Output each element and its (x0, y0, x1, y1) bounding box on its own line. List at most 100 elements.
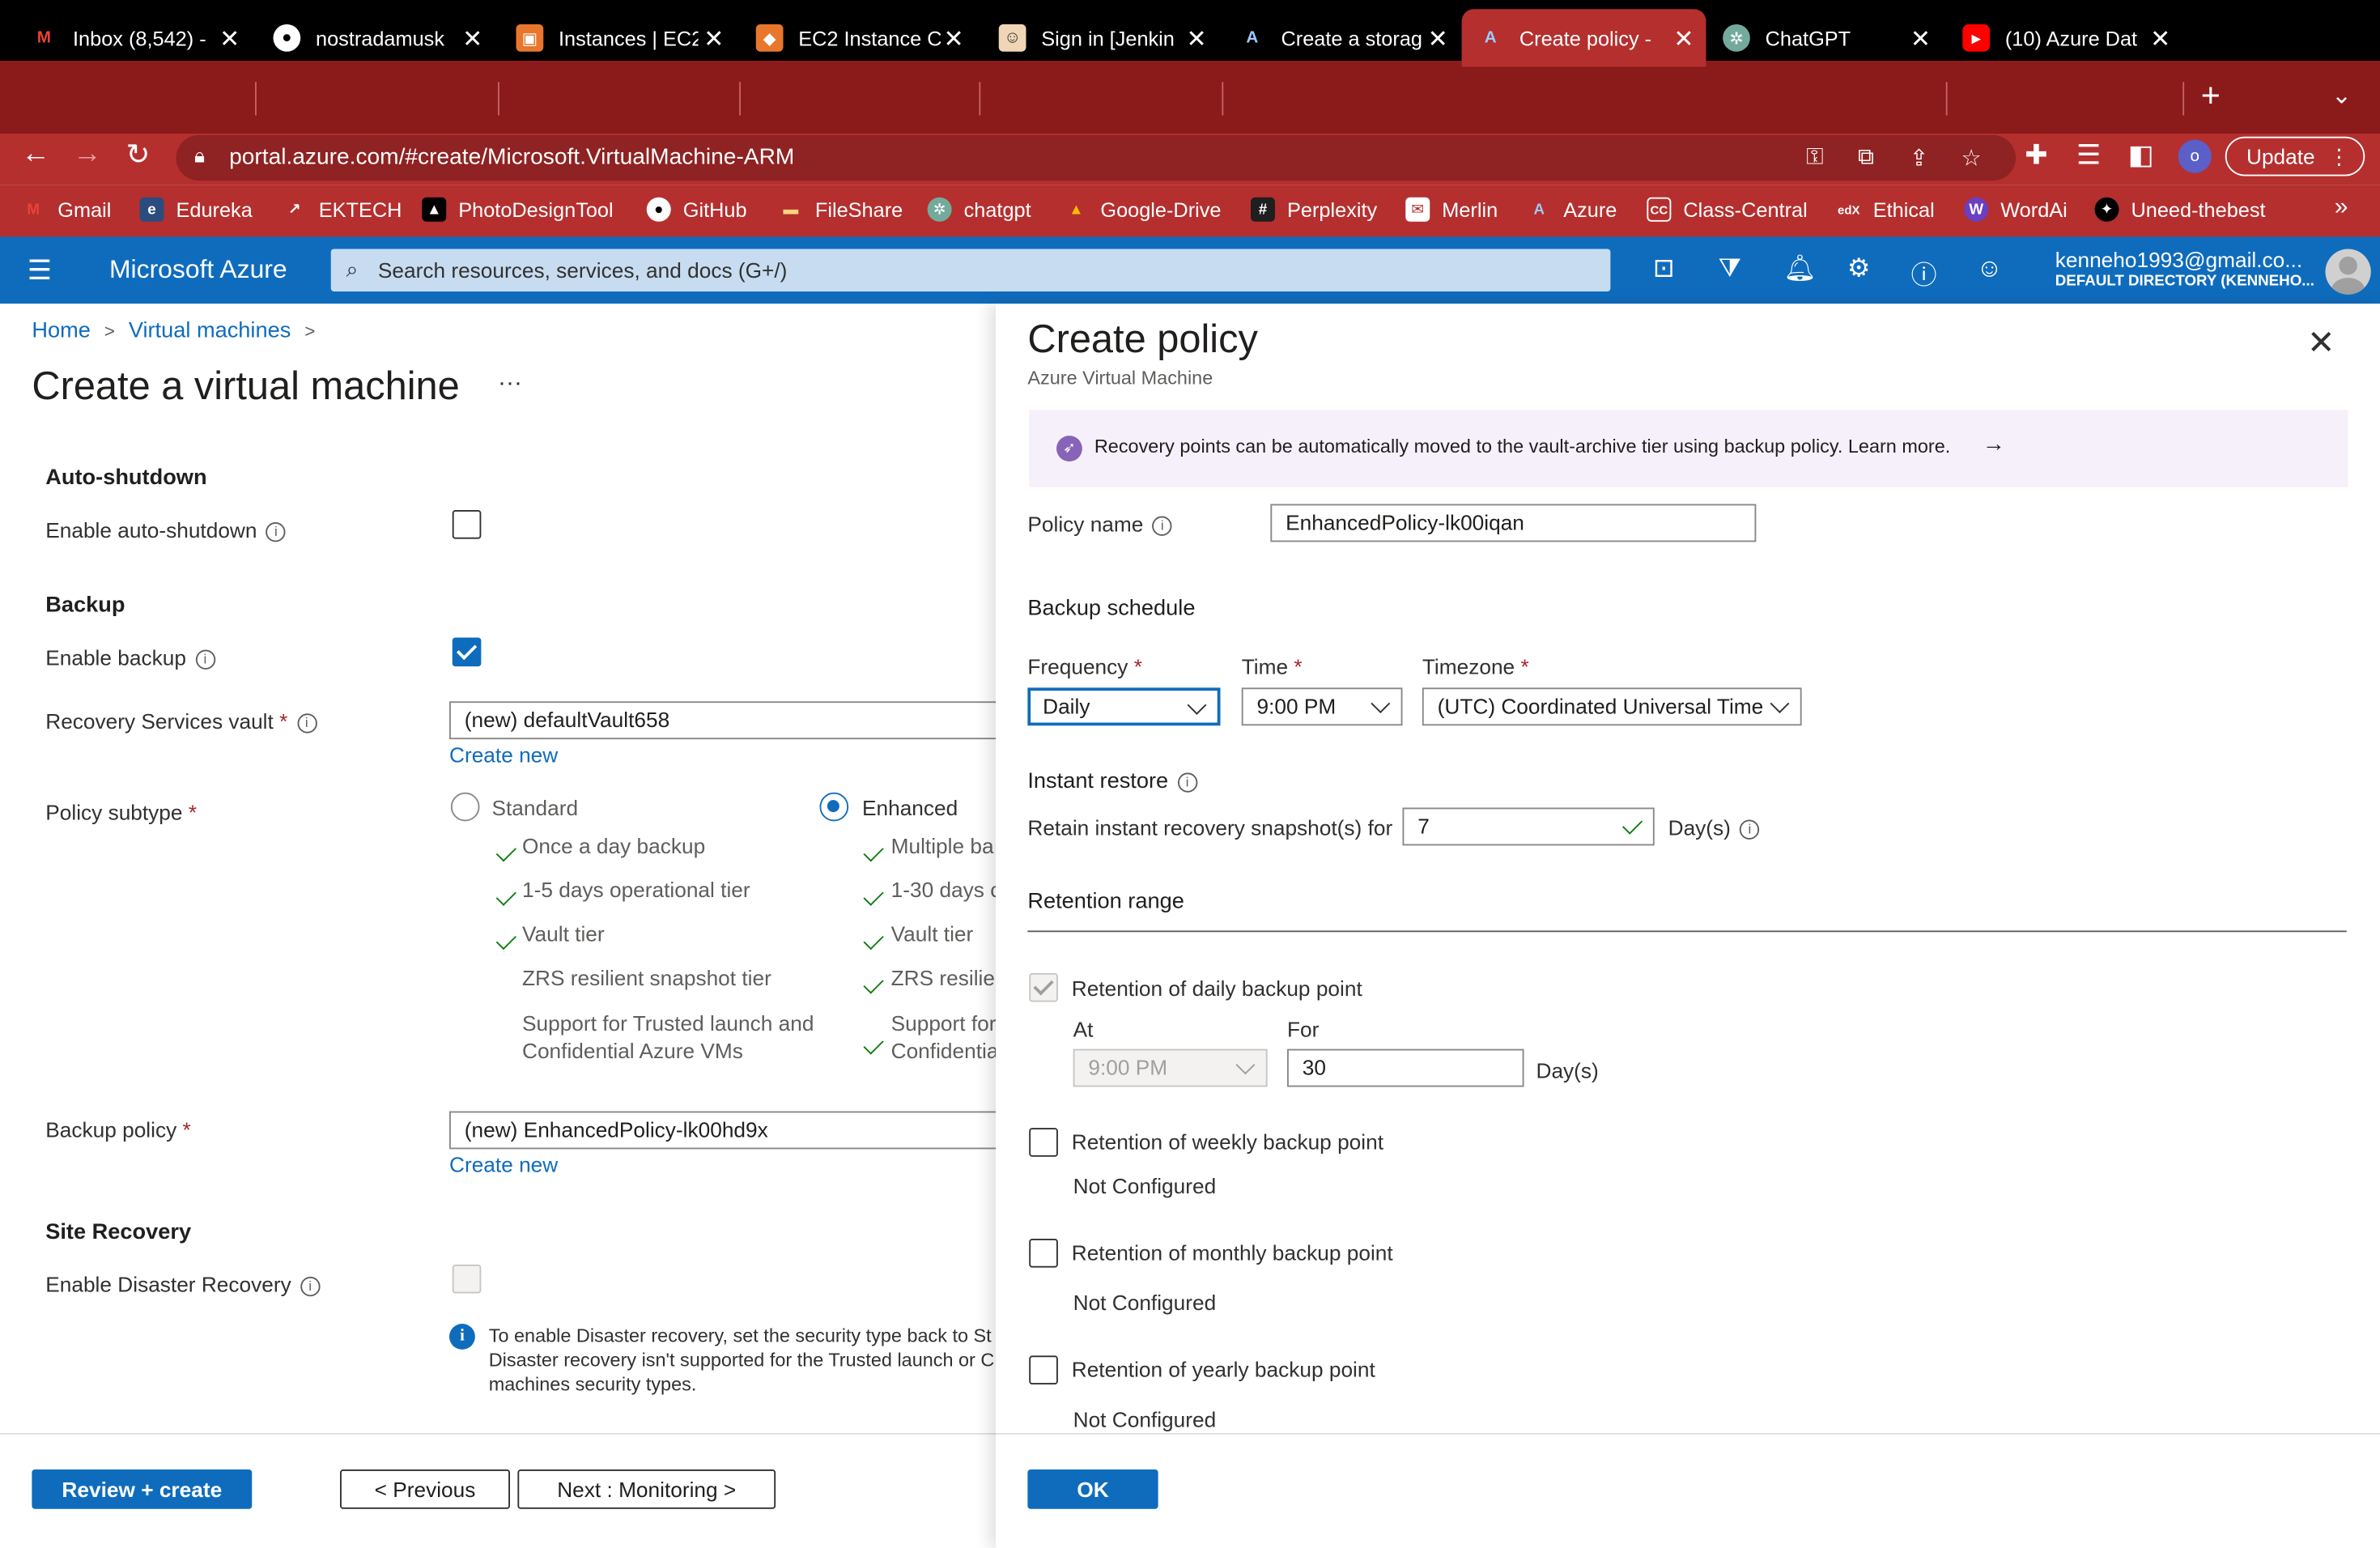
create-new-vault-link[interactable]: Create new (449, 742, 558, 767)
forward-arrow-icon[interactable]: → (73, 138, 102, 172)
bookmark-uneed[interactable]: ✦ Uneed-thebest (2094, 197, 2266, 222)
bookmark-star-icon[interactable]: ☆ (1961, 144, 1982, 172)
global-search[interactable]: ⌕ (330, 249, 1611, 291)
close-tab-icon[interactable]: ✕ (219, 24, 240, 55)
banner-text[interactable]: Recovery points can be automatically mov… (1094, 436, 1950, 457)
tab-search-chevron-icon[interactable]: ⌄ (2331, 80, 2352, 111)
close-tab-icon[interactable]: ✕ (462, 24, 482, 55)
bookmark-class-central[interactable]: CC Class-Central (1647, 197, 1808, 222)
bookmark-gmail[interactable]: M Gmail (21, 198, 111, 222)
monthly-retention-checkbox[interactable] (1029, 1239, 1058, 1268)
bookmark-wordai[interactable]: W WordAi (1964, 197, 2068, 222)
feedback-icon[interactable]: ☺ (1976, 253, 2003, 284)
hamburger-menu-icon[interactable]: ☰ (28, 255, 52, 287)
bookmark-google-drive[interactable]: ▲ Google-Drive (1064, 198, 1221, 222)
enable-auto-shutdown-checkbox[interactable] (452, 510, 482, 539)
ok-button[interactable]: OK (1027, 1469, 1158, 1509)
bookmark-ethical[interactable]: edX Ethical (1837, 198, 1935, 222)
close-tab-icon[interactable]: ✕ (1428, 24, 1448, 55)
browser-tab-create-storage[interactable]: A Create a storag ✕ (1223, 9, 1460, 66)
backup-policy-select[interactable]: (new) EnhancedPolicy-lk00hd9x (449, 1111, 1011, 1150)
info-icon[interactable]: i (266, 522, 287, 542)
close-icon[interactable]: ✕ (2307, 323, 2335, 363)
more-bookmarks-icon[interactable]: » (2335, 194, 2348, 222)
frequency-dropdown[interactable]: Daily (1027, 687, 1221, 726)
enhanced-radio[interactable] (819, 792, 849, 822)
bookmark-chatgpt[interactable]: ✲ chatgpt (927, 197, 1031, 222)
extensions-puzzle-icon[interactable]: ✚ (2025, 140, 2047, 172)
bookmark-fileshare[interactable]: ▬ FileShare (779, 198, 903, 222)
directory-filter-icon[interactable]: ⧩ (1719, 253, 1741, 284)
close-tab-icon[interactable]: ✕ (2150, 24, 2170, 55)
browser-tab-github[interactable]: ● nostradamusk ✕ (258, 9, 495, 66)
close-tab-icon[interactable]: ✕ (1673, 24, 1694, 55)
bookmark-github[interactable]: ● GitHub (646, 197, 747, 222)
user-avatar[interactable] (2325, 249, 2371, 295)
daily-for-input[interactable]: 30 (1287, 1048, 1524, 1087)
retain-snapshot-input[interactable]: 7 (1402, 807, 1655, 846)
bookmark-photodesigntool[interactable]: ▲ PhotoDesignTool (422, 197, 614, 222)
breadcrumb-home[interactable]: Home (32, 319, 91, 343)
daily-retention-checkbox[interactable] (1029, 972, 1058, 1002)
info-icon[interactable]: i (300, 1276, 321, 1297)
key-icon[interactable]: ⚿ (1806, 144, 1823, 170)
review-create-button[interactable]: Review + create (32, 1469, 253, 1509)
browser-tab-chatgpt[interactable]: ✲ ChatGPT ✕ (1707, 9, 1943, 66)
timezone-dropdown[interactable]: (UTC) Coordinated Universal Time (1422, 687, 1802, 726)
standard-radio[interactable] (450, 792, 480, 822)
recovery-vault-select[interactable]: (new) defaultVault658 (449, 701, 1011, 740)
bookmark-edureka[interactable]: e Edureka (139, 197, 253, 222)
back-arrow-icon[interactable]: ← (21, 138, 50, 172)
info-icon[interactable]: i (1740, 819, 1760, 840)
side-panel-icon[interactable]: ◧ (2128, 140, 2154, 172)
bookmark-merlin[interactable]: ✉ Merlin (1405, 197, 1498, 222)
browser-tab-jenkins[interactable]: ☺ Sign in [Jenkin ✕ (984, 9, 1219, 66)
help-icon[interactable]: ⓘ (1911, 253, 1937, 291)
global-search-input[interactable] (377, 253, 1592, 287)
policy-name-input[interactable]: EnhancedPolicy-lk00iqan (1270, 504, 1757, 542)
reload-icon[interactable]: ↻ (126, 138, 151, 173)
info-icon[interactable]: i (296, 713, 317, 734)
close-tab-icon[interactable]: ✕ (703, 24, 724, 55)
more-options-icon[interactable]: ··· (498, 371, 522, 398)
close-tab-icon[interactable]: ✕ (943, 24, 963, 55)
azure-brand[interactable]: Microsoft Azure (109, 255, 287, 286)
breadcrumb-virtual-machines[interactable]: Virtual machines (129, 319, 291, 343)
bookmark-perplexity[interactable]: # Perplexity (1251, 197, 1377, 222)
enable-backup-checkbox[interactable] (452, 637, 482, 667)
kebab-menu-icon[interactable]: ⋮ (2328, 138, 2349, 175)
open-external-icon[interactable]: ⧉ (1858, 144, 1874, 170)
update-button[interactable]: Update ⋮ (2225, 136, 2365, 176)
time-dropdown[interactable]: 9:00 PM (1241, 687, 1403, 726)
create-new-policy-link[interactable]: Create new (449, 1152, 558, 1176)
profile-avatar[interactable]: o (2178, 139, 2212, 173)
chevron-down-icon (1371, 694, 1391, 713)
bookmark-ektech[interactable]: ↗ EKTECH (283, 198, 402, 222)
weekly-retention-checkbox[interactable] (1029, 1128, 1058, 1157)
address-bar[interactable]: 🔒︎ portal.azure.com/#create/Microsoft.Vi… (176, 134, 2016, 181)
notifications-bell-icon[interactable]: 🔔︎ (1783, 253, 1816, 284)
info-icon[interactable]: i (1152, 516, 1172, 536)
cloud-shell-icon[interactable]: ⊡ (1653, 253, 1675, 284)
daily-at-dropdown[interactable]: 9:00 PM (1073, 1048, 1268, 1087)
reading-list-icon[interactable]: ☰ (2076, 140, 2101, 172)
settings-gear-icon[interactable]: ⚙ (1847, 253, 1871, 284)
yearly-retention-checkbox[interactable] (1029, 1355, 1058, 1384)
browser-tab-youtube[interactable]: ▶ (10) Azure Dat ✕ (1948, 9, 2183, 66)
browser-tab-ec2-connect[interactable]: ◆ EC2 Instance C ✕ (741, 9, 976, 66)
account-menu[interactable]: kenneho1993@gmail.co... DEFAULT DIRECTOR… (2055, 248, 2314, 291)
info-icon[interactable]: i (195, 649, 215, 670)
next-monitoring-button[interactable]: Next : Monitoring > (517, 1469, 776, 1509)
browser-tab-create-policy[interactable]: A Create policy - ✕ (1461, 9, 1706, 67)
arrow-right-icon[interactable]: → (1983, 432, 2005, 457)
browser-tab-ec2-instances[interactable]: ▣ Instances | EC2 ✕ (501, 9, 737, 66)
close-tab-icon[interactable]: ✕ (1186, 24, 1206, 55)
close-tab-icon[interactable]: ✕ (1910, 24, 1931, 55)
previous-button[interactable]: < Previous (340, 1469, 510, 1509)
enable-disaster-recovery-checkbox[interactable] (452, 1264, 482, 1294)
info-icon[interactable]: i (1177, 772, 1197, 793)
bookmark-azure[interactable]: A Azure (1527, 198, 1617, 222)
browser-tab-gmail[interactable]: M Inbox (8,542) - ✕ (15, 9, 253, 66)
share-icon[interactable]: ⇪ (1910, 144, 1929, 172)
new-tab-icon[interactable]: + (2201, 76, 2221, 116)
